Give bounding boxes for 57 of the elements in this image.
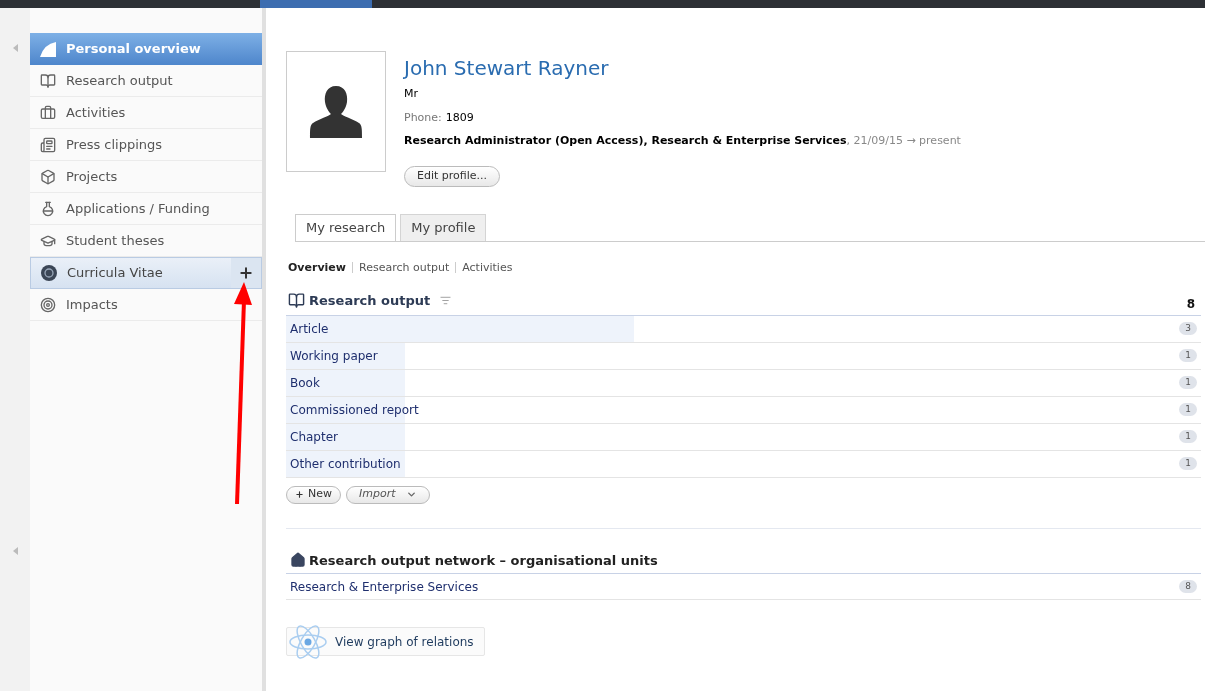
atom-icon: [287, 622, 329, 661]
output-type-link[interactable]: Commissioned report: [290, 400, 419, 419]
unit-link[interactable]: Research & Enterprise Services: [290, 577, 479, 596]
total-count: 8: [1186, 295, 1195, 313]
count-badge: 1: [1179, 375, 1197, 390]
output-type-link[interactable]: Book: [290, 373, 320, 392]
count-badge: 1: [1179, 456, 1197, 471]
collapse-icon[interactable]: [12, 44, 18, 52]
output-type-link[interactable]: Working paper: [290, 346, 378, 365]
house-icon: [290, 552, 306, 569]
count-badge: 8: [1179, 579, 1197, 594]
briefcase-icon: [40, 104, 56, 121]
subnav-link[interactable]: Research output: [359, 259, 450, 276]
cube-icon: [40, 168, 56, 185]
count-badge: 1: [1179, 402, 1197, 417]
sidebar-item[interactable]: Projects: [30, 161, 262, 193]
phone-number: 1809: [445, 109, 474, 126]
sort-icon[interactable]: [440, 295, 452, 307]
caret-icon: [405, 489, 417, 500]
view-graph-button[interactable]: View graph of relations: [286, 627, 485, 656]
plus-icon: [295, 490, 304, 499]
position-text: Research Administrator (Open Access), Research & Enterprise Services: [404, 133, 847, 149]
position-dates: , 21/09/15 → present: [846, 133, 961, 149]
collapse-icon[interactable]: [12, 547, 18, 555]
edit-profile-button[interactable]: Edit profile...: [404, 165, 501, 187]
sidebar-item[interactable]: Press clippings: [30, 129, 262, 161]
plus-icon: [238, 265, 254, 281]
output-type-link[interactable]: Article: [290, 319, 329, 338]
person-silhouette-icon: [307, 85, 365, 138]
count-badge: 1: [1179, 429, 1197, 444]
count-badge: 1: [1179, 348, 1197, 363]
import-button[interactable]: Import: [346, 485, 430, 504]
subnav-link[interactable]: Activities: [462, 259, 513, 276]
sidebar-item[interactable]: Curricula Vitae: [30, 257, 262, 289]
output-type-link[interactable]: Other contribution: [290, 454, 401, 473]
target-icon: [40, 296, 56, 313]
book-icon: [40, 72, 56, 89]
sidebar-item[interactable]: Activities: [30, 97, 262, 129]
person-name: John Stewart Rayner: [404, 55, 610, 82]
sail-icon: [38, 39, 58, 58]
add-button[interactable]: [231, 258, 261, 288]
person-title: Mr: [404, 86, 419, 102]
book-icon: [288, 292, 305, 310]
flask-icon: [40, 200, 56, 217]
phone-label: Phone:: [404, 109, 442, 126]
sidebar-item[interactable]: Research output: [30, 65, 262, 97]
cv-icon: [41, 265, 57, 281]
newspaper-icon: [40, 136, 56, 153]
tab[interactable]: My profile: [400, 213, 487, 241]
sidebar-item[interactable]: Applications / Funding: [30, 193, 262, 225]
section-title: Research output network – organisational units: [309, 551, 658, 570]
subnav-link[interactable]: Overview: [288, 259, 346, 276]
section-title: Research output: [309, 292, 431, 310]
new-button[interactable]: New: [286, 485, 341, 504]
output-type-link[interactable]: Chapter: [290, 427, 338, 446]
count-badge: 3: [1179, 321, 1197, 336]
tab[interactable]: My research: [295, 213, 397, 241]
